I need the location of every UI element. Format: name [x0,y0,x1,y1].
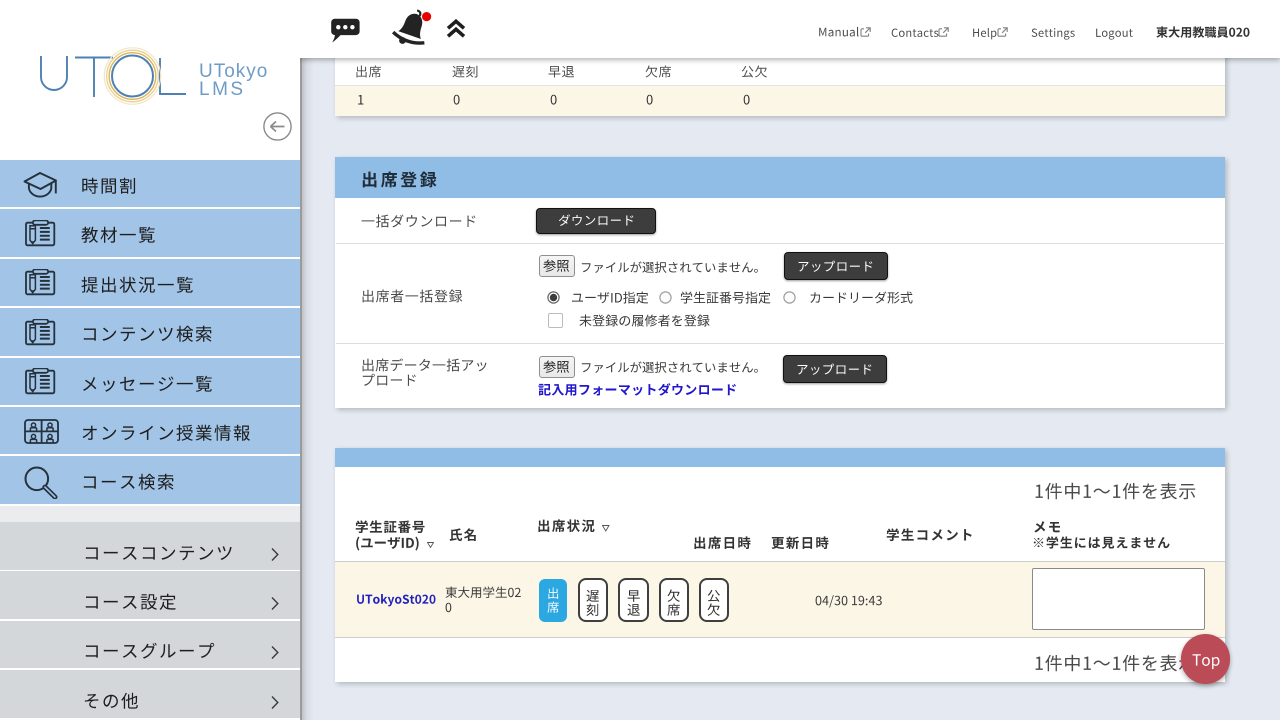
svg-text:LMS: LMS [199,79,246,100]
